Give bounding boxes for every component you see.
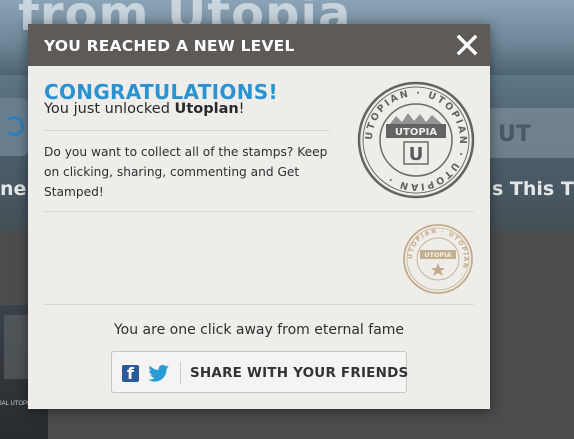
divider: [44, 211, 474, 212]
unlock-prefix: You just unlocked: [44, 101, 175, 117]
level-up-modal: YOU REACHED A NEW LEVEL CONGRATULATIONS!…: [28, 24, 490, 409]
button-separator: [180, 362, 181, 384]
close-button[interactable]: [456, 34, 478, 56]
twitter-icon[interactable]: [148, 364, 170, 384]
facebook-icon[interactable]: f: [122, 364, 139, 383]
close-icon: [456, 34, 478, 56]
background-card-left: [0, 98, 28, 156]
modal-body-text: Do you want to collect all of the stamps…: [44, 145, 328, 199]
divider: [44, 130, 330, 131]
divider: [44, 304, 474, 305]
fame-message: You are one click away from eternal fame: [113, 322, 405, 338]
background-caption-left: ne: [0, 178, 27, 200]
unlock-suffix: !: [238, 101, 245, 117]
share-with-friends-button[interactable]: f SHARE WITH YOUR FRIENDS: [111, 351, 409, 393]
modal-title: YOU REACHED A NEW LEVEL: [44, 37, 295, 55]
background-card-right-text: UT: [498, 122, 531, 147]
utopian-stamp-icon: UTOPIAN · UTOPIAN · UTOPIAN · UTOPIA U: [357, 81, 475, 199]
unlocked-level: Utoplan: [174, 101, 239, 117]
modal-header: YOU REACHED A NEW LEVEL: [28, 24, 490, 66]
stamp-letter: U: [409, 144, 424, 165]
next-stamp-icon: UTOPIAN · UTOPIAN · UTOPIA: [403, 224, 473, 294]
stamp-banner-text: UTOPIA: [395, 127, 437, 138]
share-button-label: SHARE WITH YOUR FRIENDS: [190, 365, 409, 381]
unlock-message: You just unlocked Utoplan!: [44, 101, 245, 117]
refresh-icon: [4, 116, 24, 136]
background-card-right: UT: [490, 108, 574, 158]
small-stamp-banner: UTOPIA: [424, 251, 451, 259]
background-caption-right: s This Thi: [492, 178, 574, 200]
